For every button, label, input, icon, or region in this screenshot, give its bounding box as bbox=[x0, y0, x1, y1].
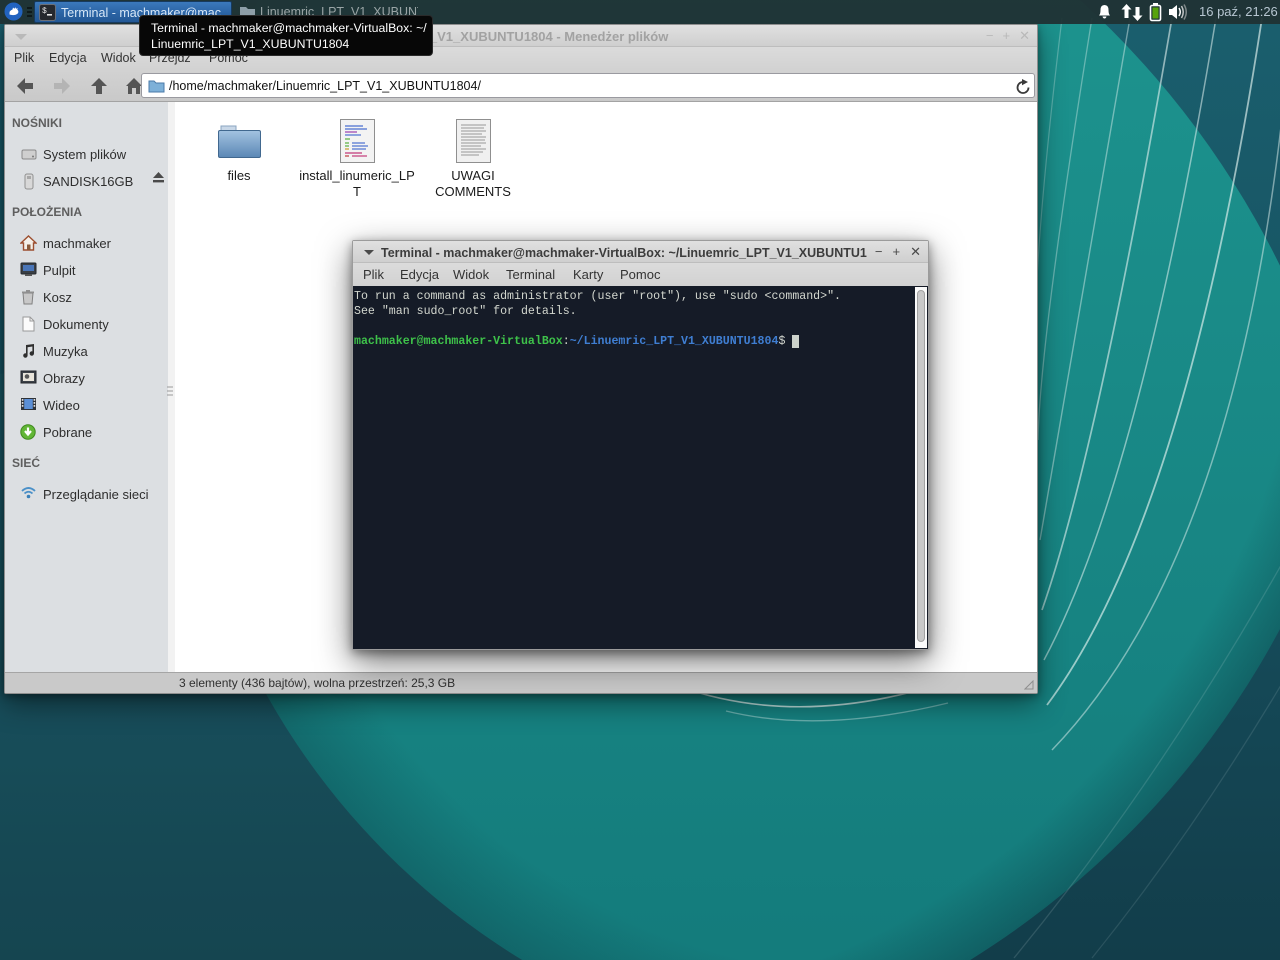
svg-text:$: $ bbox=[42, 7, 47, 16]
